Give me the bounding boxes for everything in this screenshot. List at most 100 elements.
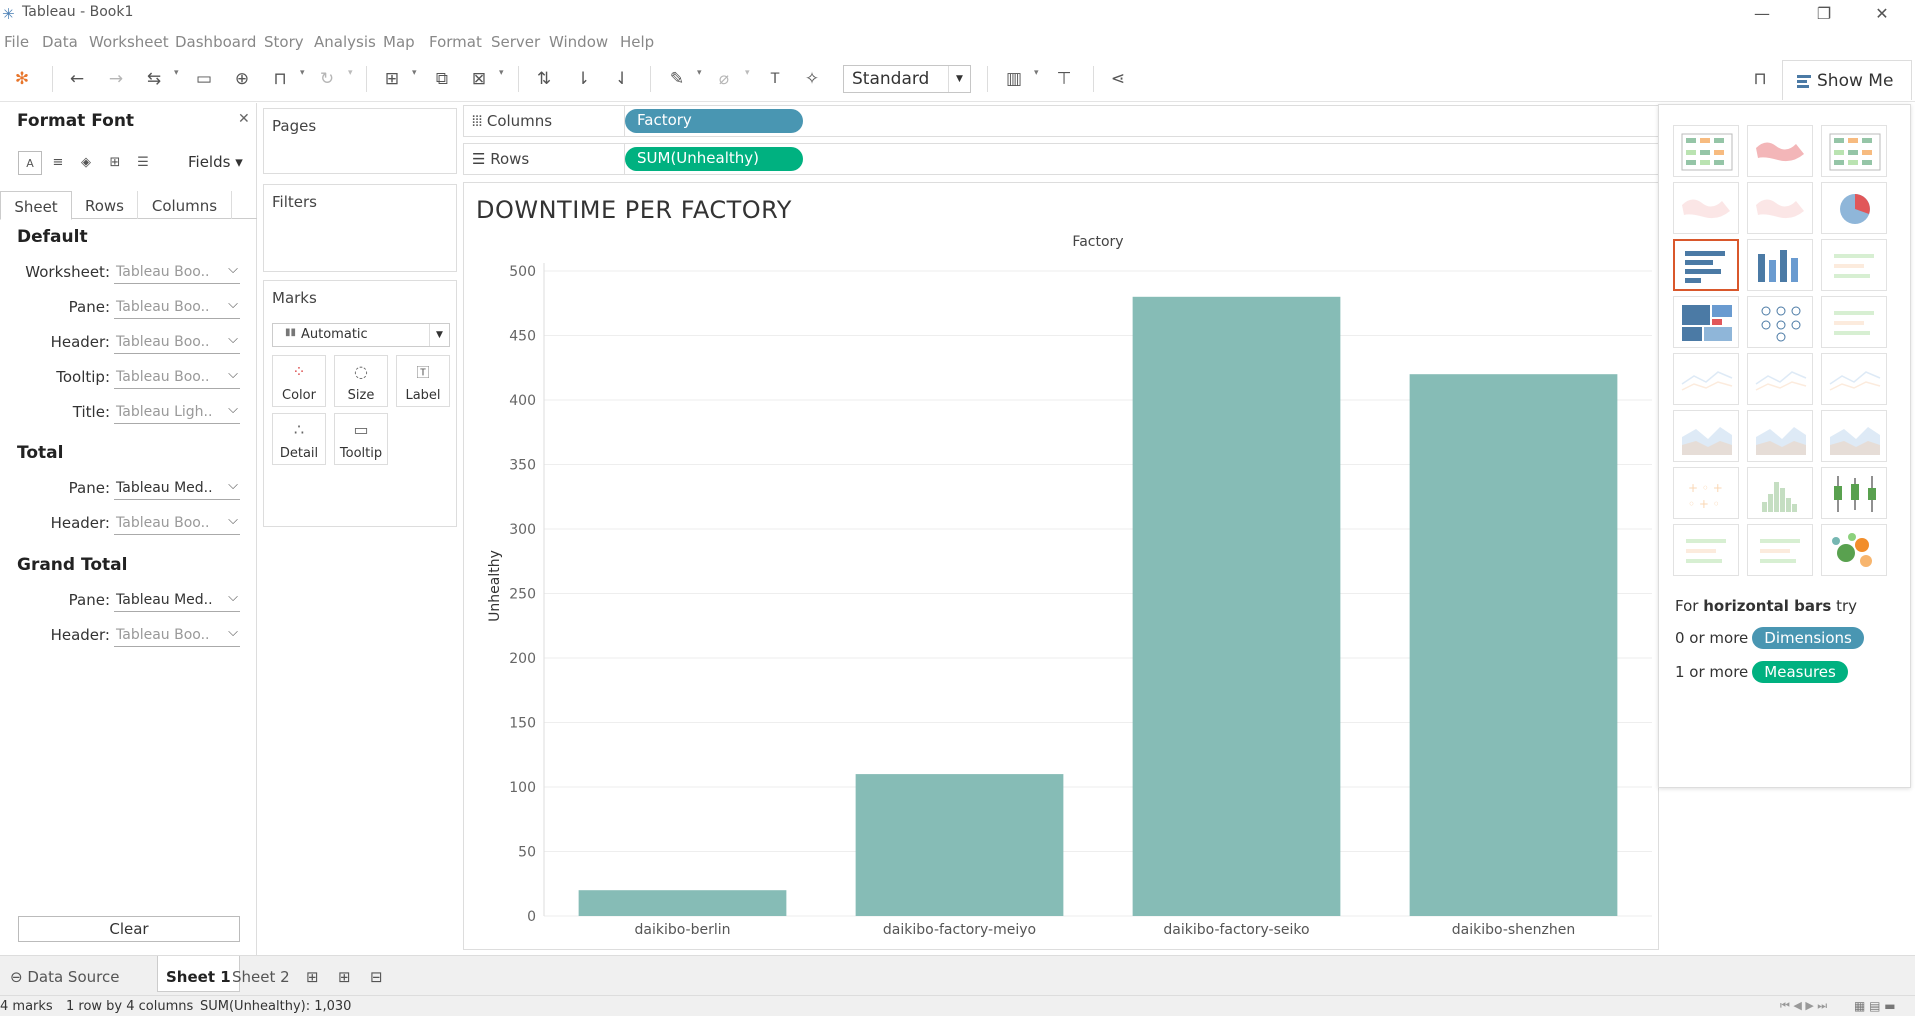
redo-icon[interactable]: → bbox=[104, 67, 128, 91]
highlight-icon[interactable]: ✎ bbox=[665, 67, 689, 91]
shading-format-icon[interactable]: ◈ bbox=[74, 151, 98, 175]
worksheet-view[interactable]: DOWNTIME PER FACTORY Factory Unhealthy 0 50… bbox=[463, 182, 1659, 950]
menu-data[interactable]: Data bbox=[42, 33, 78, 51]
title-font-select[interactable]: Tableau Ligh.. ⌵ bbox=[114, 402, 240, 424]
pause-auto-updates-icon[interactable]: ⊓ bbox=[268, 67, 292, 91]
new-story-icon[interactable]: ⊟ bbox=[362, 962, 391, 992]
add-data-icon[interactable]: ⊕ bbox=[230, 67, 254, 91]
menu-format[interactable]: Format bbox=[429, 33, 482, 51]
lines-format-icon[interactable]: ☰ bbox=[131, 151, 155, 175]
presentation-mode-icon[interactable]: ⊤ bbox=[1052, 67, 1076, 91]
sheet-2-tab[interactable]: Sheet 2 bbox=[224, 962, 298, 992]
chevron-down-icon[interactable]: ▾ bbox=[412, 68, 417, 78]
tooltip-button[interactable]: ▭ Tooltip bbox=[334, 413, 388, 465]
chevron-down-icon[interactable]: ▾ bbox=[499, 68, 504, 78]
rows-shelf[interactable]: ☰ Rows SUM(Unhealthy) bbox=[463, 143, 1659, 175]
continuous-lines-icon[interactable] bbox=[1673, 353, 1739, 405]
fix-axes-icon[interactable]: ✧ bbox=[800, 67, 824, 91]
pane-font-select[interactable]: Tableau Boo.. ⌵ bbox=[114, 297, 240, 319]
clear-button[interactable]: Clear bbox=[18, 916, 240, 942]
discrete-lines-icon[interactable] bbox=[1747, 353, 1813, 405]
chevron-down-icon[interactable]: ▾ bbox=[300, 68, 305, 78]
new-data-source-icon[interactable]: ⇆ bbox=[142, 67, 166, 91]
worksheet-font-select[interactable]: Tableau Boo.. ⌵ bbox=[114, 262, 240, 284]
grand-total-header-font-select[interactable]: Tableau Boo.. ⌵ bbox=[114, 625, 240, 647]
chevron-down-icon[interactable]: ▾ bbox=[348, 68, 353, 78]
refresh-icon[interactable]: ↻ bbox=[315, 67, 339, 91]
chevron-down-icon[interactable]: ▼ bbox=[948, 66, 970, 92]
menu-server[interactable]: Server bbox=[491, 33, 540, 51]
heat-map-icon[interactable] bbox=[1747, 125, 1813, 177]
save-icon[interactable]: ▭ bbox=[192, 67, 216, 91]
paint-roller-icon[interactable]: ⊓ bbox=[1748, 67, 1772, 91]
show-labels-icon[interactable]: T bbox=[763, 67, 787, 91]
area-discrete-icon[interactable] bbox=[1747, 410, 1813, 462]
menu-dashboard[interactable]: Dashboard bbox=[175, 33, 256, 51]
menu-story[interactable]: Story bbox=[264, 33, 304, 51]
dual-combination-icon[interactable] bbox=[1821, 410, 1887, 462]
pages-card[interactable]: Pages bbox=[263, 108, 457, 174]
label-button[interactable]: 🅃 Label bbox=[396, 355, 450, 407]
header-font-select[interactable]: Tableau Boo.. ⌵ bbox=[114, 332, 240, 354]
columns-shelf[interactable]: ⦙⦙⦙ Columns Factory bbox=[463, 105, 1659, 137]
close-icon[interactable]: ✕ bbox=[238, 111, 250, 127]
tab-rows[interactable]: Rows bbox=[72, 191, 138, 219]
menu-map[interactable]: Map bbox=[383, 33, 415, 51]
total-header-font-select[interactable]: Tableau Boo.. ⌵ bbox=[114, 513, 240, 535]
clear-sheet-icon[interactable]: ⊠ bbox=[467, 67, 491, 91]
chevron-down-icon[interactable]: ▾ bbox=[1034, 68, 1039, 78]
filled-map-icon[interactable] bbox=[1747, 182, 1813, 234]
highlight-table-icon[interactable] bbox=[1821, 125, 1887, 177]
factory-pill[interactable]: Factory bbox=[625, 109, 803, 133]
pie-chart-icon[interactable] bbox=[1821, 182, 1887, 234]
chevron-down-icon[interactable]: ▼ bbox=[429, 324, 449, 346]
color-button[interactable]: ⁘ Color bbox=[272, 355, 326, 407]
bullet-graph-icon[interactable] bbox=[1747, 524, 1813, 576]
show-me-button[interactable]: Show Me bbox=[1782, 60, 1912, 100]
tab-columns[interactable]: Columns bbox=[138, 191, 232, 219]
histogram-icon[interactable] bbox=[1747, 467, 1813, 519]
chevron-down-icon[interactable]: ▾ bbox=[745, 68, 750, 78]
total-pane-font-select[interactable]: Tableau Med.. ⌵ bbox=[114, 478, 240, 500]
new-dashboard-icon[interactable]: ⊞ bbox=[330, 962, 359, 992]
data-source-tab[interactable]: ⊖ Data Source bbox=[2, 962, 127, 992]
area-continuous-icon[interactable] bbox=[1673, 410, 1739, 462]
menu-window[interactable]: Window bbox=[549, 33, 608, 51]
swap-rows-columns-icon[interactable]: ⇅ bbox=[532, 67, 556, 91]
new-worksheet-icon[interactable]: ⊞ bbox=[380, 67, 404, 91]
sort-descending-icon[interactable]: ⇃ bbox=[610, 67, 634, 91]
detail-button[interactable]: ∴ Detail bbox=[272, 413, 326, 465]
share-icon[interactable]: ⋖ bbox=[1106, 67, 1130, 91]
menu-help[interactable]: Help bbox=[620, 33, 654, 51]
show-cards-icon[interactable]: ▥ bbox=[1002, 67, 1026, 91]
new-worksheet-icon[interactable]: ⊞ bbox=[298, 962, 327, 992]
tab-sheet[interactable]: Sheet bbox=[0, 191, 72, 220]
view-mode-icon[interactable]: ▦ ▤ ▬ bbox=[1854, 999, 1896, 1013]
chevron-down-icon[interactable]: ▾ bbox=[174, 68, 179, 78]
side-by-side-circles-icon[interactable] bbox=[1821, 296, 1887, 348]
chevron-down-icon[interactable]: ▾ bbox=[697, 68, 702, 78]
gantt-chart-icon[interactable] bbox=[1673, 524, 1739, 576]
circle-views-icon[interactable] bbox=[1747, 296, 1813, 348]
fit-select[interactable]: Standard ▼ bbox=[843, 65, 971, 93]
alignment-format-icon[interactable]: ≡ bbox=[46, 151, 70, 175]
sum-unhealthy-pill[interactable]: SUM(Unhealthy) bbox=[625, 147, 803, 171]
font-format-icon[interactable]: A bbox=[18, 151, 42, 175]
menu-worksheet[interactable]: Worksheet bbox=[89, 33, 169, 51]
tooltip-font-select[interactable]: Tableau Boo.. ⌵ bbox=[114, 367, 240, 389]
treemap-icon[interactable] bbox=[1673, 296, 1739, 348]
tableau-home-icon[interactable]: ✻ bbox=[10, 67, 34, 91]
mark-type-select[interactable]: ▮▮ Automatic ▼ bbox=[272, 323, 450, 347]
duplicate-icon[interactable]: ⧉ bbox=[430, 67, 454, 91]
grand-total-pane-font-select[interactable]: Tableau Med.. ⌵ bbox=[114, 590, 240, 612]
dual-lines-icon[interactable] bbox=[1821, 353, 1887, 405]
sort-ascending-icon[interactable]: ⇂ bbox=[571, 67, 595, 91]
size-button[interactable]: ◌ Size bbox=[334, 355, 388, 407]
close-icon[interactable]: ✕ bbox=[1860, 2, 1904, 26]
side-by-side-bars-icon[interactable] bbox=[1821, 239, 1887, 291]
navigation-arrows-icon[interactable]: ⏮ ◀ ▶ ⏭ bbox=[1780, 999, 1827, 1013]
text-table-icon[interactable] bbox=[1673, 125, 1739, 177]
minimize-icon[interactable]: — bbox=[1740, 2, 1784, 26]
symbol-map-icon[interactable] bbox=[1673, 182, 1739, 234]
group-icon[interactable]: ⌀ bbox=[712, 67, 736, 91]
